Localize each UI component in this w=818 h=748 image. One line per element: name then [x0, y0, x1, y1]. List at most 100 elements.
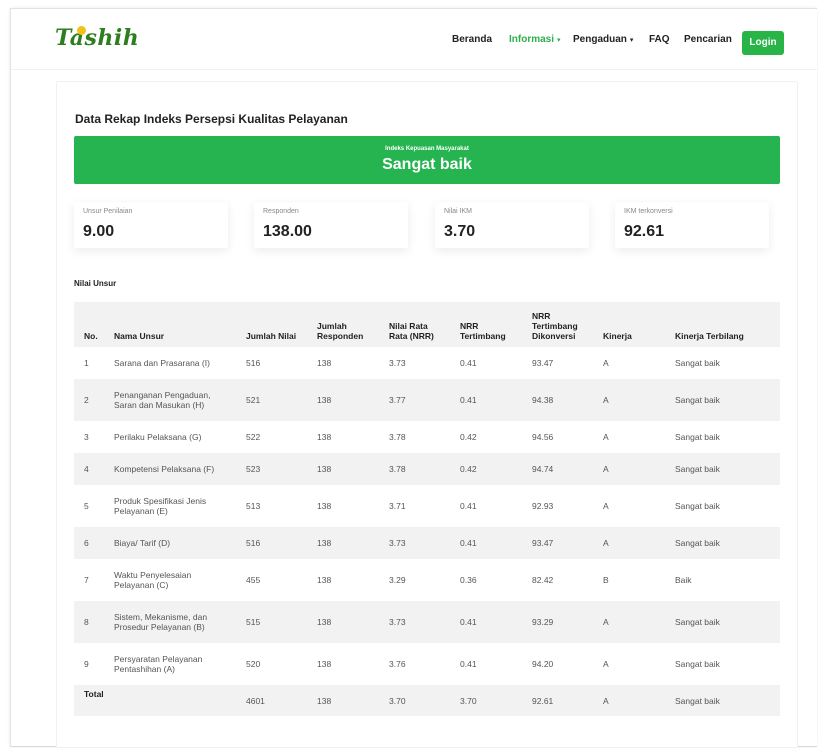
table-cell: Sangat baik — [665, 527, 780, 559]
table-row: 4 Kompetensi Pelaksana (F) 523 138 3.78 0.42 9… — [74, 453, 780, 485]
table-cell: 138 — [307, 421, 379, 453]
rekap-card: Data Rekap Indeks Persepsi Kualitas Pela… — [56, 81, 798, 748]
table-row: 5 Produk Spesifikasi Jenis Pelayanan (E) 5… — [74, 485, 780, 527]
table-cell: 3.78 — [379, 421, 450, 453]
table-cell: 138 — [307, 379, 379, 421]
table-row: 9 Persyaratan Pelayanan Pentashihan (A) 52… — [74, 643, 780, 685]
table-row: 8 Sistem, Mekanisme, dan Prosedur Pelayan… — [74, 601, 780, 643]
table-cell: 2 — [74, 379, 104, 421]
table-cell: 0.42 — [450, 421, 522, 453]
table-cell: 138 — [307, 485, 379, 527]
stat-card-nilai-ikm: Nilai IKM 3.70 — [435, 202, 589, 248]
table-cell: A — [593, 347, 665, 379]
table-cell: 94.38 — [522, 379, 593, 421]
banner-subtitle: Indeks Kepuasan Masyarakat — [385, 146, 469, 152]
table-cell: 520 — [236, 643, 307, 685]
table-cell: 455 — [236, 559, 307, 601]
table-cell: B — [593, 559, 665, 601]
table-cell: 94.74 — [522, 453, 593, 485]
stat-value: 9.00 — [83, 223, 115, 240]
table-cell: 0.36 — [450, 559, 522, 601]
nav-pencarian[interactable]: Pencarian — [684, 34, 732, 45]
table-cell: 5 — [74, 485, 104, 527]
table-cell: A — [593, 485, 665, 527]
table-cell: Sangat baik — [665, 347, 780, 379]
stat-value: 3.70 — [444, 223, 476, 240]
column-header: Nama Unsur — [104, 302, 236, 347]
table-cell: A — [593, 601, 665, 643]
table-total-row: Total 4601 138 3.70 3.70 92.61 A Sangat baik — [74, 685, 780, 716]
stat-label: Nilai IKM — [444, 208, 473, 215]
column-header: Jumlah Nilai — [236, 302, 307, 347]
table-cell: 0.41 — [450, 485, 522, 527]
table-cell: Produk Spesifikasi Jenis Pelayanan (E) — [104, 485, 236, 527]
table-cell: Sangat baik — [665, 379, 780, 421]
stat-value: 92.61 — [624, 223, 665, 240]
nav-beranda[interactable]: Beranda — [452, 34, 492, 45]
table-cell: Perilaku Pelaksana (G) — [104, 421, 236, 453]
table-cell: 138 — [307, 685, 379, 716]
stat-card-responden: Responden 138.00 — [254, 202, 408, 248]
column-header: No. — [74, 302, 104, 347]
table-cell: 1 — [74, 347, 104, 379]
nav-informasi[interactable]: Informasi ▾ — [509, 34, 561, 45]
table-cell: 7 — [74, 559, 104, 601]
stat-card-ikm-terkonversi: IKM terkonversi 92.61 — [615, 202, 769, 248]
table-cell: 8 — [74, 601, 104, 643]
nav-label: FAQ — [649, 34, 670, 45]
nav-pengaduan[interactable]: Pengaduan ▾ — [573, 34, 633, 45]
table-cell: Persyaratan Pelayanan Pentashihan (A) — [104, 643, 236, 685]
section-label: Nilai Unsur — [74, 279, 117, 288]
navbar: Tashih Beranda Informasi ▾ Pengaduan ▾ FAQ… — [11, 9, 817, 70]
table-cell: 0.42 — [450, 453, 522, 485]
table-cell: A — [593, 421, 665, 453]
chevron-down-icon: ▾ — [629, 37, 634, 44]
table-cell: Sangat baik — [665, 685, 780, 716]
column-header: Jumlah Responden — [307, 302, 379, 347]
table-cell: 138 — [307, 347, 379, 379]
table-cell: 138 — [307, 559, 379, 601]
table-cell: Waktu Penyelesaian Pelayanan (C) — [104, 559, 236, 601]
chevron-down-icon: ▾ — [557, 37, 561, 44]
table-cell: Kompetensi Pelaksana (F) — [104, 453, 236, 485]
table-row: 2 Penanganan Pengaduan, Saran dan Masukan… — [74, 379, 780, 421]
table-cell: 0.41 — [450, 347, 522, 379]
table-cell: 94.56 — [522, 421, 593, 453]
browser-viewport: Tashih Beranda Informasi ▾ Pengaduan ▾ FAQ… — [10, 8, 817, 748]
table-cell: A — [593, 527, 665, 559]
table-cell: A — [593, 379, 665, 421]
nav-faq[interactable]: FAQ — [649, 34, 670, 45]
table-cell: Sangat baik — [665, 485, 780, 527]
table-row: 1 Sarana dan Prasarana (I) 516 138 3.73 0.41 9… — [74, 347, 780, 379]
table-cell: Sangat baik — [665, 643, 780, 685]
table-cell: 4 — [74, 453, 104, 485]
table-cell: Sangat baik — [665, 453, 780, 485]
logo-dot-icon — [77, 26, 86, 35]
table-cell: 3.70 — [379, 685, 450, 716]
stat-label: IKM terkonversi — [624, 208, 673, 215]
table-cell: 516 — [236, 347, 307, 379]
table-row: 6 Biaya/ Tarif (D) 516 138 3.73 0.41 93.47 A San… — [74, 527, 780, 559]
table-cell: 3.73 — [379, 527, 450, 559]
table-cell: 138 — [307, 601, 379, 643]
table-cell: 3.76 — [379, 643, 450, 685]
nav-label: Beranda — [452, 34, 493, 45]
table-cell: 521 — [236, 379, 307, 421]
table-cell: A — [593, 643, 665, 685]
login-button[interactable]: Login — [742, 31, 784, 55]
table-header-row: No. Nama Unsur Jumlah Nilai Jumlah Respo… — [74, 302, 780, 347]
stat-label: Unsur Penilaian — [83, 208, 133, 215]
table-cell: A — [593, 453, 665, 485]
table-cell: 3.70 — [450, 685, 522, 716]
nilai-unsur-table: No. Nama Unsur Jumlah Nilai Jumlah Respo… — [74, 302, 780, 716]
table-cell: 92.93 — [522, 485, 593, 527]
table-cell: Sangat baik — [665, 601, 780, 643]
table-cell: 0.41 — [450, 643, 522, 685]
stat-label: Responden — [263, 208, 299, 215]
logo[interactable]: Tashih — [55, 25, 139, 51]
nav-label: Informasi — [509, 34, 555, 45]
banner-value: Sangat baik — [382, 156, 472, 173]
table-cell: 3.71 — [379, 485, 450, 527]
table-cell: 6 — [74, 527, 104, 559]
table-cell: 9 — [74, 643, 104, 685]
